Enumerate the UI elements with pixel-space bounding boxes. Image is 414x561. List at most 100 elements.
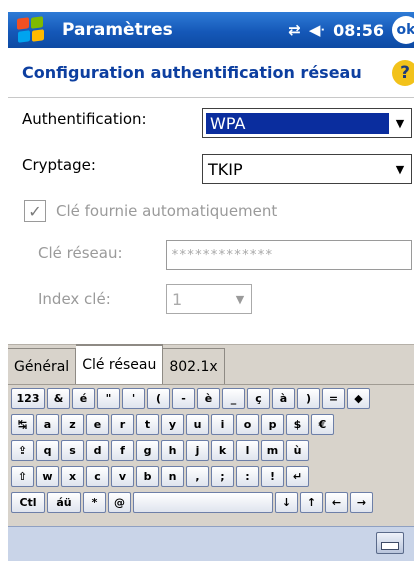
ok-button[interactable]: ok — [392, 16, 414, 44]
key-index-dropdown[interactable]: 1 ▼ — [166, 284, 252, 314]
network-key-label: Clé réseau: — [38, 244, 123, 262]
keyboard-key[interactable]: _ — [222, 388, 245, 409]
tab-network-key[interactable]: Clé réseau — [76, 344, 164, 384]
keyboard-key[interactable]: d — [86, 440, 109, 461]
keyboard-key[interactable]: ) — [297, 388, 320, 409]
keyboard-key[interactable]: ; — [211, 466, 234, 487]
connectivity-icon[interactable]: ⇄ — [288, 21, 301, 39]
volume-icon[interactable]: ◀ᐧ — [309, 21, 325, 39]
keyboard-key[interactable]: & — [47, 388, 70, 409]
keyboard-key[interactable]: ↹ — [11, 414, 34, 435]
dialog-title: Configuration authentification réseau — [22, 63, 362, 82]
keyboard-key[interactable]: ⇧ — [11, 466, 34, 487]
keyboard-key[interactable]: ù — [286, 440, 309, 461]
keyboard-key[interactable]: ç — [247, 388, 270, 409]
menu-bar — [8, 526, 414, 561]
keyboard-key[interactable]: v — [111, 466, 134, 487]
keyboard-key[interactable]: f — [111, 440, 134, 461]
clock[interactable]: 08:56 — [333, 21, 384, 40]
keyboard-key[interactable]: ⇪ — [11, 440, 34, 461]
keyboard-key[interactable]: , — [186, 466, 209, 487]
keyboard-row: ⇪ q s d f g h j k l m ù — [8, 440, 414, 463]
keyboard-key[interactable]: p — [261, 414, 284, 435]
keyboard-key[interactable]: € — [311, 414, 334, 435]
keyboard-key[interactable]: l — [236, 440, 259, 461]
keyboard-key[interactable]: w — [36, 466, 59, 487]
keyboard-key[interactable]: : — [236, 466, 259, 487]
keyboard-key[interactable]: r — [111, 414, 134, 435]
keyboard-key[interactable]: b — [136, 466, 159, 487]
keyboard-key[interactable]: " — [97, 388, 120, 409]
crypt-value: TKIP — [208, 159, 243, 179]
chevron-down-icon: ▼ — [235, 292, 245, 306]
keyboard-key[interactable]: @ — [108, 492, 131, 513]
keyboard-key[interactable]: e — [86, 414, 109, 435]
dialog-header: Configuration authentification réseau ? — [8, 48, 414, 98]
keyboard-key[interactable]: a — [36, 414, 59, 435]
keyboard-row: Ctl áü * @ ↓ ↑ ← → — [8, 492, 414, 515]
keyboard-key[interactable]: à — [272, 388, 295, 409]
keyboard-key[interactable]: k — [211, 440, 234, 461]
keyboard-key[interactable]: ↓ — [275, 492, 298, 513]
auth-value: WPA — [206, 112, 389, 134]
keyboard-key[interactable]: ' — [122, 388, 145, 409]
network-key-field[interactable]: ************* — [166, 240, 412, 270]
keyboard-key[interactable] — [133, 492, 273, 513]
soft-keyboard: 123 & é " '(- è _ ç à) = ◆ ↹ a z e r t y u i o p $ € ⇪ q s d f g h j k… — [8, 384, 414, 526]
keyboard-key[interactable]: * — [83, 492, 106, 513]
keyboard-key[interactable]: ! — [261, 466, 284, 487]
auth-dropdown[interactable]: WPA ▼ — [202, 108, 412, 138]
keyboard-key[interactable]: ◆ — [347, 388, 370, 409]
auth-label: Authentification: — [22, 110, 147, 128]
keyboard-key[interactable]: $ — [286, 414, 309, 435]
tab-strip: Général Clé réseau 802.1x — [8, 344, 414, 384]
app-title: Paramètres — [62, 20, 173, 40]
keyboard-key[interactable]: → — [350, 492, 373, 513]
keyboard-key[interactable]: n — [161, 466, 184, 487]
keyboard-key[interactable]: 123 — [11, 388, 45, 409]
keyboard-key[interactable]: ↵ — [286, 466, 309, 487]
auto-key-label: Clé fournie automatiquement — [56, 202, 278, 220]
status-area: ⇄ ◀ᐧ 08:56 — [288, 21, 384, 40]
keyboard-key[interactable]: ← — [325, 492, 348, 513]
auth-form: Authentification: WPA ▼ Cryptage: TKIP ▼… — [8, 98, 414, 344]
start-menu-icon[interactable] — [14, 15, 48, 45]
chevron-down-icon: ▼ — [395, 162, 405, 176]
title-bar: Paramètres ⇄ ◀ᐧ 08:56 ok — [8, 12, 414, 48]
keyboard-key[interactable]: s — [61, 440, 84, 461]
keyboard-key[interactable]: = — [322, 388, 345, 409]
keyboard-key[interactable]: - — [172, 388, 195, 409]
chevron-down-icon: ▼ — [395, 116, 405, 130]
keyboard-key[interactable]: t — [136, 414, 159, 435]
keyboard-key[interactable]: z — [61, 414, 84, 435]
keyboard-row: ↹ a z e r t y u i o p $ € — [8, 414, 414, 437]
keyboard-key[interactable]: é — [72, 388, 95, 409]
keyboard-key[interactable]: áü — [47, 492, 81, 513]
keyboard-icon[interactable] — [376, 532, 404, 554]
auto-key-checkbox[interactable]: ✓ — [24, 200, 46, 222]
keyboard-key[interactable]: j — [186, 440, 209, 461]
keyboard-key[interactable]: i — [211, 414, 234, 435]
keyboard-key[interactable]: h — [161, 440, 184, 461]
crypt-label: Cryptage: — [22, 156, 96, 174]
keyboard-key[interactable]: c — [86, 466, 109, 487]
tab-general[interactable]: Général — [8, 348, 77, 384]
keyboard-key[interactable]: ↑ — [300, 492, 323, 513]
crypt-dropdown[interactable]: TKIP ▼ — [202, 154, 412, 184]
keyboard-row: 123 & é " '(- è _ ç à) = ◆ — [8, 388, 414, 411]
keyboard-key[interactable]: o — [236, 414, 259, 435]
key-index-value: 1 — [172, 289, 183, 309]
keyboard-key[interactable]: Ctl — [11, 492, 45, 513]
keyboard-key[interactable]: è — [197, 388, 220, 409]
keyboard-row: ⇧ w x c v b n,;:! ↵ — [8, 466, 414, 489]
help-icon[interactable]: ? — [392, 59, 414, 86]
keyboard-key[interactable]: ( — [147, 388, 170, 409]
key-index-label: Index clé: — [38, 290, 111, 308]
keyboard-key[interactable]: y — [161, 414, 184, 435]
tab-8021x[interactable]: 802.1x — [163, 348, 225, 384]
keyboard-key[interactable]: m — [261, 440, 284, 461]
keyboard-key[interactable]: g — [136, 440, 159, 461]
keyboard-key[interactable]: x — [61, 466, 84, 487]
keyboard-key[interactable]: q — [36, 440, 59, 461]
keyboard-key[interactable]: u — [186, 414, 209, 435]
